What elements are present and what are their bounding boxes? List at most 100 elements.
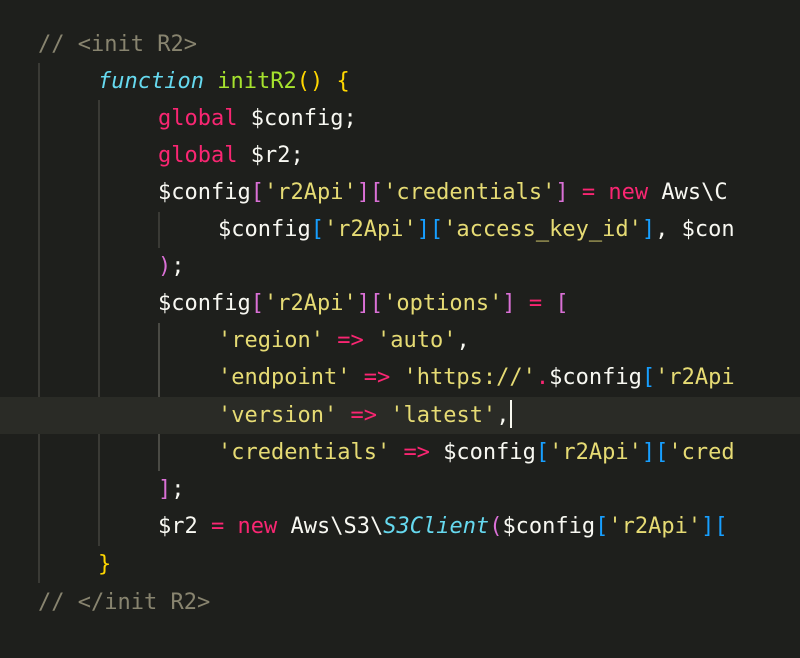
code-token: 'credentials' bbox=[218, 440, 391, 465]
code-token: [ bbox=[310, 217, 324, 242]
code-token: 'access_key_id' bbox=[443, 217, 642, 242]
code-token: new bbox=[608, 180, 649, 205]
code-token: $con bbox=[681, 217, 735, 242]
code-token: , bbox=[456, 328, 470, 353]
code-token: [ bbox=[250, 291, 264, 316]
code-token: $config bbox=[549, 365, 642, 390]
code-line-9[interactable]: 'region' => 'auto', bbox=[0, 322, 800, 359]
code-token: = bbox=[211, 514, 225, 539]
line-content: function initR2() { bbox=[98, 63, 350, 100]
code-token: 'r2Api' bbox=[608, 514, 702, 539]
code-line-8[interactable]: $config['r2Api']['options'] = [ bbox=[0, 285, 800, 322]
code-token: 'region' bbox=[218, 328, 324, 353]
code-token: global bbox=[158, 143, 238, 168]
code-token: Aws\S3\ bbox=[290, 514, 384, 539]
code-token: 'r2Api' bbox=[263, 180, 357, 205]
text-cursor bbox=[510, 400, 513, 428]
code-line-10[interactable]: 'endpoint' => 'https://'.$config['r2Api bbox=[0, 359, 800, 396]
code-token: global bbox=[158, 106, 238, 131]
line-content: global $config; bbox=[158, 100, 357, 137]
code-token: ] bbox=[502, 291, 516, 316]
code-line-16[interactable]: // </init R2> bbox=[0, 584, 800, 621]
line-content: // </init R2> bbox=[38, 584, 210, 621]
code-token: . bbox=[535, 365, 550, 390]
code-token: initR2 bbox=[217, 69, 297, 94]
code-token: $config bbox=[443, 440, 536, 465]
code-line-5[interactable]: $config['r2Api']['credentials'] = new Aw… bbox=[0, 174, 800, 211]
line-content: 'endpoint' => 'https://'.$config['r2Api bbox=[218, 359, 735, 396]
code-line-12[interactable]: 'credentials' => $config['r2Api']['cred bbox=[0, 434, 800, 471]
code-token: ; bbox=[171, 254, 185, 279]
code-line-14[interactable]: $r2 = new Aws\S3\S3Client($config['r2Api… bbox=[0, 508, 800, 545]
line-content: $r2 = new Aws\S3\S3Client($config['r2Api… bbox=[158, 508, 728, 545]
code-token: // <init R2> bbox=[38, 32, 197, 57]
code-token: ( bbox=[489, 514, 503, 539]
code-token: 'endpoint' bbox=[218, 365, 351, 390]
code-token: $config bbox=[158, 180, 251, 205]
code-token: 'auto' bbox=[376, 328, 457, 353]
code-line-11-current[interactable]: 'version' => 'latest', bbox=[0, 397, 800, 434]
code-token: 'version' bbox=[218, 403, 338, 428]
code-token: [ bbox=[555, 291, 569, 316]
code-token: ] bbox=[158, 477, 172, 502]
code-editor[interactable]: // <init R2> function initR2() { global … bbox=[0, 0, 800, 658]
code-token: ][ bbox=[356, 291, 384, 316]
code-token: Aws\C bbox=[661, 180, 728, 205]
code-token: ][ bbox=[701, 514, 728, 539]
code-line-6[interactable]: $config['r2Api']['access_key_id'], $con bbox=[0, 211, 800, 248]
line-content: } bbox=[98, 546, 111, 583]
code-token: 'options' bbox=[383, 291, 503, 316]
code-token: ; bbox=[343, 106, 357, 131]
code-token: ) bbox=[158, 254, 172, 279]
line-content: $config['r2Api']['credentials'] = new Aw… bbox=[158, 174, 728, 211]
code-line-4[interactable]: global $r2; bbox=[0, 137, 800, 174]
code-token: [ bbox=[641, 365, 656, 390]
code-token: ] bbox=[641, 217, 656, 242]
code-token: 'https://' bbox=[403, 365, 536, 390]
code-token: { bbox=[336, 69, 350, 94]
code-token: $r2 bbox=[250, 143, 291, 168]
code-token: [ bbox=[250, 180, 264, 205]
code-line-1[interactable]: // <init R2> bbox=[0, 26, 800, 63]
code-token: $r2 bbox=[158, 514, 198, 539]
code-token: ; bbox=[171, 477, 185, 502]
code-token: => bbox=[337, 328, 364, 353]
code-token: , bbox=[496, 403, 510, 428]
code-token: $config bbox=[502, 514, 596, 539]
code-token: => bbox=[363, 365, 391, 390]
code-line-15[interactable]: } bbox=[0, 546, 800, 583]
line-content: // <init R2> bbox=[38, 26, 197, 63]
code-token: 'latest' bbox=[390, 403, 497, 428]
code-token: new bbox=[237, 514, 278, 539]
code-token: = bbox=[528, 291, 543, 316]
code-line-2[interactable]: function initR2() { bbox=[0, 63, 800, 100]
code-line-7[interactable]: ); bbox=[0, 248, 800, 285]
line-content: ]; bbox=[158, 471, 185, 508]
code-token: = bbox=[581, 180, 596, 205]
code-token: S3Client bbox=[383, 514, 490, 539]
code-token: $config bbox=[250, 106, 344, 131]
code-line-13[interactable]: ]; bbox=[0, 471, 800, 508]
code-token: , bbox=[655, 217, 682, 242]
code-token: => bbox=[403, 440, 430, 465]
line-content: $config['r2Api']['options'] = [ bbox=[158, 285, 569, 322]
code-token: ] bbox=[555, 180, 569, 205]
code-line-3[interactable]: global $config; bbox=[0, 100, 800, 137]
code-token: } bbox=[98, 552, 112, 577]
